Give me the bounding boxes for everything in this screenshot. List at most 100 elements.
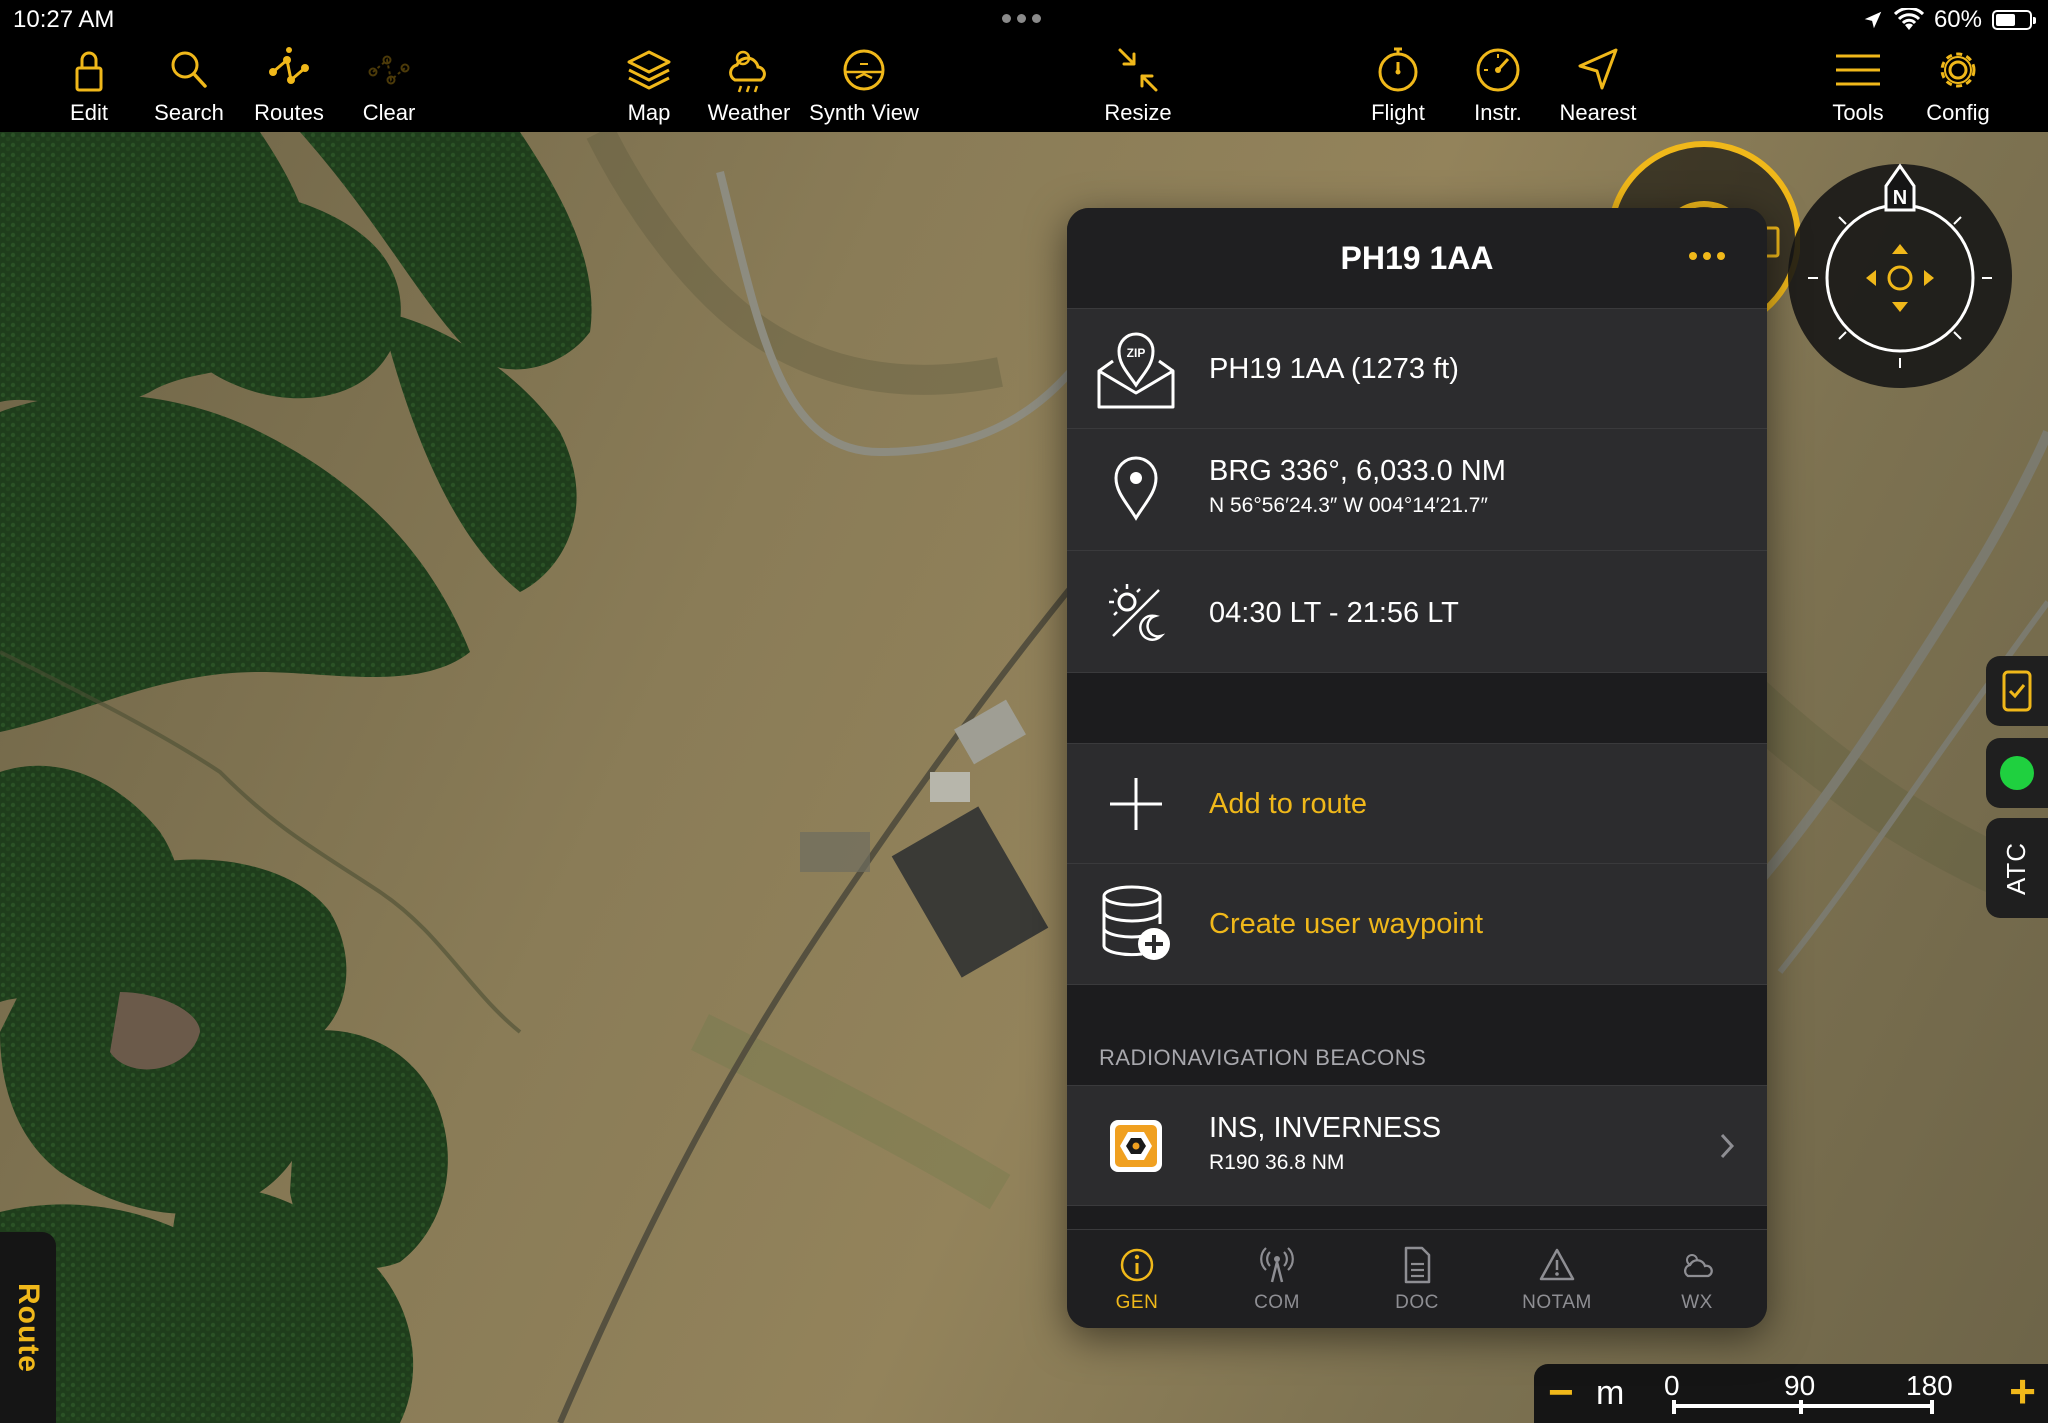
database-plus-icon (1095, 882, 1177, 966)
map-button[interactable]: Map (594, 40, 704, 132)
synth-view-label: Synth View (809, 100, 919, 125)
route-drawer-tab[interactable]: Route (0, 1232, 56, 1423)
coordinates: N 56°56′24.3″ W 004°14′21.7″ (1209, 494, 1488, 517)
tab-wx-label: WX (1681, 1292, 1713, 1313)
tab-doc-label: DOC (1395, 1292, 1439, 1313)
tab-wx[interactable]: WX (1627, 1230, 1767, 1328)
status-time: 10:27 AM (13, 6, 115, 33)
sunrise-sunset-times: 04:30 LT - 21:56 LT (1209, 597, 1459, 629)
add-to-route-label: Add to route (1209, 788, 1367, 820)
resize-button[interactable]: Resize (1083, 40, 1193, 132)
compass-control[interactable]: N (1782, 158, 2018, 394)
synth-view-button[interactable]: Synth View (809, 40, 919, 132)
status-bar: 10:27 AM 60% (0, 0, 2048, 40)
resize-arrows-icon (1118, 48, 1158, 92)
nearest-button[interactable]: Nearest (1543, 40, 1653, 132)
routes-button[interactable]: Routes (234, 40, 344, 132)
search-icon (171, 51, 207, 88)
route-tab-label: Route (12, 1282, 45, 1373)
weather-label: Weather (707, 100, 791, 125)
svg-text:ZIP: ZIP (1127, 346, 1146, 360)
clear-route-icon (368, 55, 410, 85)
panel-tab-bar: GEN COM DOC NOTAM WX (1067, 1229, 1767, 1328)
postcode-row: ZIP PH19 1AA (1273 ft) (1067, 309, 1767, 429)
gear-icon (1940, 52, 1976, 88)
panel-spacer (1067, 673, 1767, 743)
scale-unit: m (1596, 1374, 1625, 1412)
tab-notam[interactable]: NOTAM (1487, 1230, 1627, 1328)
flight-label: Flight (1371, 100, 1425, 125)
tools-button[interactable]: Tools (1803, 40, 1913, 132)
flight-button[interactable]: Flight (1343, 40, 1453, 132)
attitude-indicator-icon (843, 49, 885, 91)
add-to-route-button[interactable]: Add to route (1067, 743, 1767, 864)
tab-com-label: COM (1254, 1292, 1300, 1313)
create-user-waypoint-label: Create user waypoint (1209, 908, 1484, 940)
postcode-elevation: PH19 1AA (1273 ft) (1209, 353, 1459, 385)
location-info-panel: PH19 1AA ZIP PH19 1AA (1273 ft) BRG 336°… (1067, 208, 1767, 1328)
top-toolbar: Edit Search Routes Clear Map Weather Syn… (0, 40, 2048, 132)
weather-cloud-icon (729, 50, 766, 93)
atc-button[interactable]: ATC (1986, 818, 2048, 918)
gauge-icon (1476, 48, 1520, 92)
more-options-button[interactable] (1689, 252, 1725, 260)
zoom-in-button[interactable]: + (2009, 1364, 2036, 1418)
connection-status-dot (2000, 756, 2034, 790)
scale-line (1672, 1404, 1934, 1408)
edit-button[interactable]: Edit (34, 40, 144, 132)
instr-button[interactable]: Instr. (1443, 40, 1553, 132)
tab-gen-label: GEN (1115, 1292, 1159, 1313)
routes-label: Routes (254, 100, 324, 125)
antenna-icon (1260, 1247, 1294, 1283)
multitasking-dots[interactable] (1002, 14, 1041, 23)
scale-tick-0: 0 (1664, 1370, 1680, 1401)
atc-label: ATC (2001, 841, 2032, 895)
sun-moon-icon (1095, 571, 1177, 651)
bearing-row: BRG 336°, 6,033.0 NM N 56°56′24.3″ W 004… (1067, 429, 1767, 551)
lock-icon (75, 51, 103, 92)
clear-button[interactable]: Clear (334, 40, 444, 132)
map-scale-bar: − m 0 90 180 + (1534, 1364, 2048, 1423)
search-label: Search (154, 100, 224, 125)
beacon-row-ins[interactable]: INS, INVERNESS R190 36.8 NM (1067, 1085, 1767, 1206)
search-button[interactable]: Search (134, 40, 244, 132)
navigation-arrow-icon (1578, 48, 1618, 90)
zoom-out-button[interactable]: − (1548, 1368, 1574, 1418)
beacons-section-title: RADIONAVIGATION BEACONS (1099, 1045, 1427, 1070)
beacons-section-header: RADIONAVIGATION BEACONS (1067, 985, 1767, 1085)
config-label: Config (1926, 100, 1990, 125)
menu-lines-icon (1836, 54, 1880, 86)
tab-doc[interactable]: DOC (1347, 1230, 1487, 1328)
tab-gen[interactable]: GEN (1067, 1230, 1207, 1328)
scale-tick-2: 180 (1906, 1370, 1953, 1401)
config-button[interactable]: Config (1903, 40, 2013, 132)
instr-label: Instr. (1474, 100, 1522, 125)
create-user-waypoint-button[interactable]: Create user waypoint (1067, 864, 1767, 985)
resize-label: Resize (1104, 100, 1172, 125)
status-right: 60% (1862, 6, 2036, 34)
chevron-right-icon (1720, 1133, 1735, 1159)
vor-beacon-icon (1095, 1106, 1177, 1186)
plus-icon (1095, 764, 1177, 844)
tab-com[interactable]: COM (1207, 1230, 1347, 1328)
panel-title: PH19 1AA (1340, 240, 1494, 276)
info-icon (1120, 1248, 1154, 1282)
document-icon (1404, 1246, 1431, 1284)
connection-status-button[interactable] (1986, 738, 2048, 808)
compass-north-label: N (1893, 187, 1907, 209)
route-nodes-icon (269, 47, 309, 84)
map-label: Map (627, 100, 671, 125)
battery-icon (1992, 10, 2036, 30)
warning-icon (1539, 1248, 1575, 1281)
wifi-icon (1893, 8, 1924, 30)
cloud-sun-icon (1684, 1254, 1713, 1278)
tab-notam-label: NOTAM (1522, 1292, 1592, 1313)
checklist-tablet-icon (2002, 670, 2032, 712)
clear-label: Clear (362, 100, 416, 125)
nearest-label: Nearest (1559, 100, 1637, 125)
zip-envelope-icon: ZIP (1095, 327, 1177, 411)
scale-tick-1: 90 (1784, 1370, 1816, 1401)
weather-button[interactable]: Weather (694, 40, 804, 132)
stopwatch-icon (1378, 47, 1418, 92)
checklist-button[interactable] (1986, 656, 2048, 726)
